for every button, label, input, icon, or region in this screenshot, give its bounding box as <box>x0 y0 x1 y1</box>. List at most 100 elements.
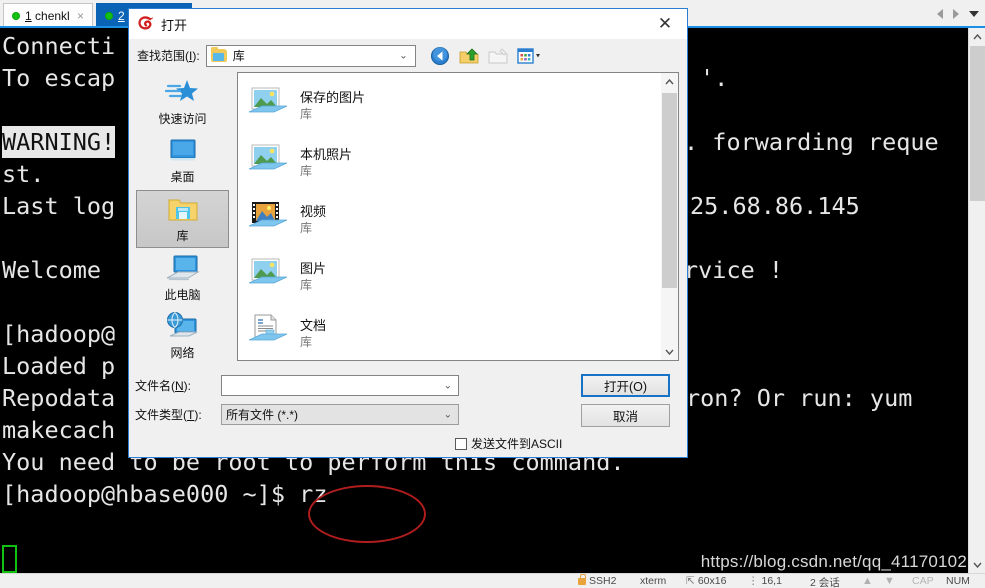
tab-close-icon[interactable]: × <box>75 10 86 22</box>
app-window: 1 chenkl × 2 Connecti To escap WARNING! … <box>0 0 985 588</box>
tab-label-1: chenkl <box>35 8 70 23</box>
resize-icon: ⇱ <box>686 575 695 587</box>
terminal-line: Welcome <box>2 256 102 284</box>
session-tab-1[interactable]: 1 chenkl × <box>3 3 93 27</box>
place-desktop[interactable]: 桌面 <box>136 132 229 190</box>
quick-access-star-icon <box>164 77 201 109</box>
file-name: 保存的图片 <box>300 89 366 105</box>
chevron-down-icon[interactable]: ⌄ <box>444 380 452 391</box>
look-in-label: 查找范围(I): <box>137 49 200 63</box>
ascii-checkbox-row[interactable]: 发送文件到ASCII <box>455 435 562 452</box>
place-label: 此电脑 <box>164 288 201 302</box>
terminal-line-prompt: [hadoop@hbase000 ~]$ rz <box>2 480 328 508</box>
ruler-icon: ⋮ <box>748 575 759 587</box>
scroll-up-icon[interactable] <box>661 73 678 90</box>
place-quick-access[interactable]: 快速访问 <box>136 74 229 132</box>
terminal-line: Repodata <box>2 384 116 412</box>
places-sidebar: 快速访问 桌面 库 此电脑 网络 <box>136 72 233 361</box>
place-label: 网络 <box>170 346 195 360</box>
tab-status-dot <box>105 11 113 20</box>
view-mode-icon[interactable] <box>516 46 545 66</box>
triangle-down-icon[interactable] <box>969 11 979 17</box>
terminal-line: Loaded p <box>2 352 116 380</box>
file-list-item[interactable]: 本机照片 库 <box>246 138 546 186</box>
tab-index-2: 2 <box>118 8 125 23</box>
file-name: 图片 <box>300 260 327 276</box>
place-this-pc[interactable]: 此电脑 <box>136 250 229 308</box>
terminal-scrollbar[interactable] <box>968 28 985 573</box>
file-name: 视频 <box>300 203 327 219</box>
cancel-button[interactable]: 取消 <box>581 404 670 427</box>
tab-navigation <box>937 5 979 23</box>
file-list-item[interactable]: 视频 库 <box>246 195 546 243</box>
look-in-value: 库 <box>232 49 245 63</box>
scrollbar-thumb[interactable] <box>970 46 985 201</box>
chevron-down-icon[interactable]: ⌄ <box>444 409 452 420</box>
scrollbar-thumb[interactable] <box>662 93 677 288</box>
terminal-line: Last log <box>2 192 116 220</box>
close-icon[interactable]: ✕ <box>643 9 687 39</box>
filename-row: 文件名(N): ⌄ <box>129 375 459 396</box>
place-label: 桌面 <box>170 170 195 184</box>
scroll-up-icon[interactable] <box>969 28 985 45</box>
terminal-line: To escap <box>2 64 116 92</box>
video-library-icon <box>246 199 290 239</box>
look-in-row: 查找范围(I): 库 ⌄ <box>129 39 687 72</box>
dialog-footer: 文件名(N): ⌄ 文件类型(T): 所有文件 (*.*) ⌄ 打开(O) 取消… <box>129 367 687 457</box>
triangle-left-icon[interactable] <box>937 9 943 19</box>
document-library-icon <box>246 313 290 353</box>
place-label: 库 <box>176 229 189 243</box>
watermark-text: https://blog.csdn.net/qq_41170102 <box>700 552 967 571</box>
upload-arrow-icon: ▲ <box>862 575 873 587</box>
place-library[interactable]: 库 <box>136 190 229 248</box>
status-sessions: 2 会话 <box>810 577 840 588</box>
ascii-checkbox[interactable] <box>455 437 467 450</box>
chevron-down-icon[interactable]: ⌄ <box>399 50 407 61</box>
file-type: 库 <box>300 106 313 121</box>
status-num: NUM <box>946 575 970 587</box>
file-type: 库 <box>300 277 313 292</box>
file-list[interactable]: 保存的图片 库 本机照片 库 视频 库 图片 库 文档 库 <box>237 72 679 361</box>
this-pc-icon <box>165 253 201 285</box>
dialog-toolbar <box>430 46 545 66</box>
look-in-combobox[interactable]: 库 ⌄ <box>205 44 416 67</box>
desktop-icon <box>165 135 201 167</box>
scroll-down-icon[interactable] <box>969 556 985 573</box>
file-list-item[interactable]: 保存的图片 库 <box>246 81 546 129</box>
file-list-item[interactable]: 图片 库 <box>246 252 546 300</box>
triangle-right-icon[interactable] <box>953 9 959 19</box>
terminal-line: st. <box>2 160 45 188</box>
filetype-label: 文件类型(T): <box>135 408 202 422</box>
file-list-item[interactable]: 文档 库 <box>246 309 546 357</box>
dialog-body: 快速访问 桌面 库 此电脑 网络 保存的图片 库 本机照片 库 视频 库 图片 … <box>129 72 687 365</box>
tab-status-dot <box>12 11 20 20</box>
terminal-fragment: 25.68.86.145 <box>690 192 860 220</box>
file-list-scrollbar[interactable] <box>661 73 678 360</box>
terminal-fragment: . forwarding reque <box>684 128 939 156</box>
block-cursor <box>2 545 17 573</box>
open-button[interactable]: 打开(O) <box>581 374 670 397</box>
place-network[interactable]: 网络 <box>136 308 229 366</box>
filename-label: 文件名(N): <box>135 379 192 393</box>
lock-icon <box>578 574 586 585</box>
filename-input[interactable]: ⌄ <box>221 375 459 396</box>
status-bar: SSH2 xterm ⇱ 60x16 ⋮ 16,1 2 会话 ▲ ▼ CAP NUM <box>0 573 985 588</box>
library-folder-icon <box>210 47 227 62</box>
filetype-value: 所有文件 (*.*) <box>226 408 299 422</box>
dialog-title-bar: 打开 ✕ <box>129 9 687 39</box>
status-cap: CAP <box>912 575 934 587</box>
scroll-down-icon[interactable] <box>661 343 678 360</box>
shell-spiral-icon <box>137 15 154 33</box>
network-icon <box>165 311 201 343</box>
back-icon[interactable] <box>430 46 450 66</box>
download-arrow-icon: ▼ <box>884 575 895 587</box>
ascii-checkbox-label: 发送文件到ASCII <box>471 437 563 451</box>
filetype-select[interactable]: 所有文件 (*.*) ⌄ <box>221 404 459 425</box>
up-folder-icon[interactable] <box>459 46 479 66</box>
place-label: 快速访问 <box>158 112 207 126</box>
file-name: 文档 <box>300 317 327 333</box>
library-folder-icon <box>165 194 201 226</box>
status-protocol: SSH2 <box>578 574 616 587</box>
filetype-row: 文件类型(T): 所有文件 (*.*) ⌄ <box>129 404 459 425</box>
tab-index-1: 1 <box>25 8 32 23</box>
